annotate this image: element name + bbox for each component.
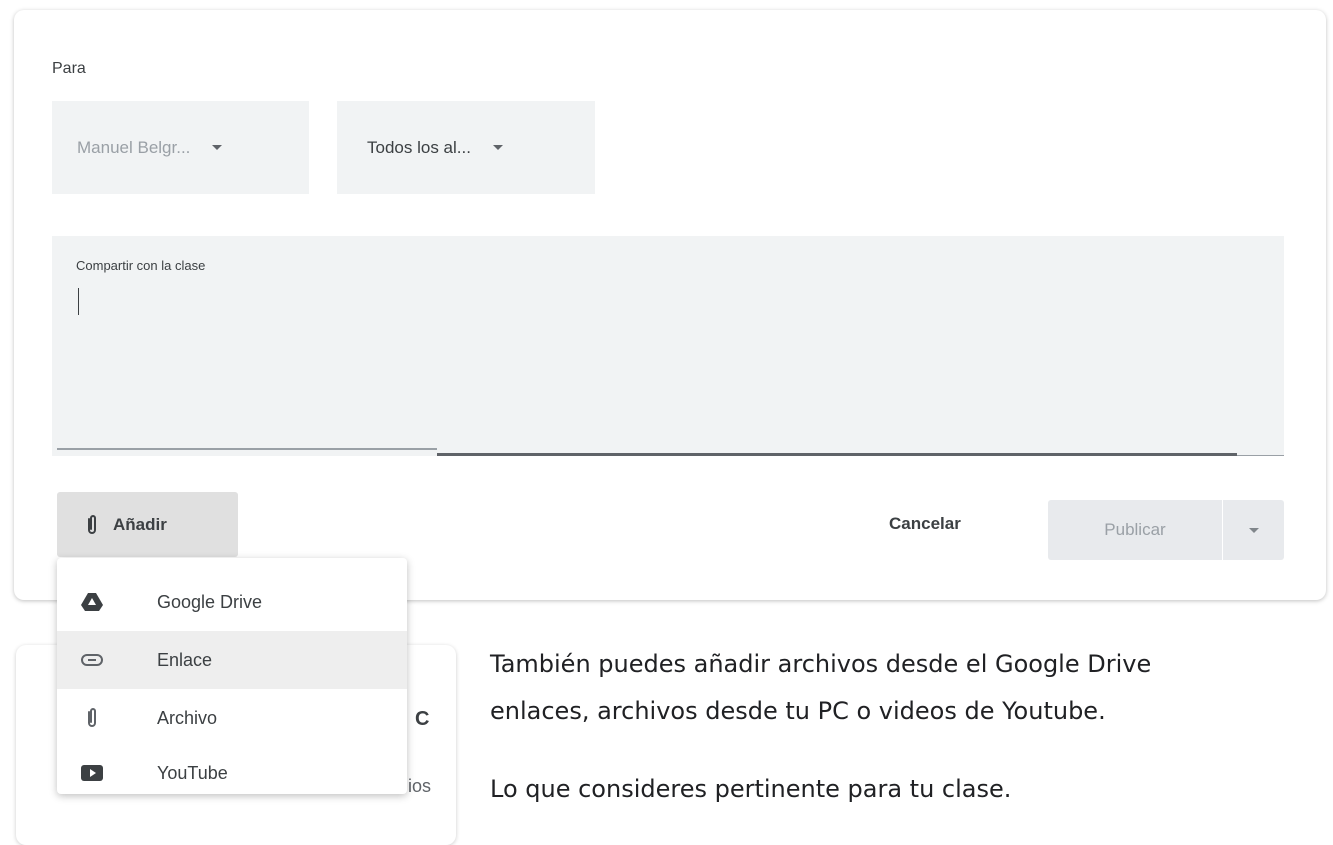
publish-button[interactable]: Publicar [1048, 500, 1222, 560]
publish-label: Publicar [1104, 520, 1166, 539]
explanation-line-1: También puedes añadir archivos desde el … [490, 650, 1152, 678]
textarea-underline-end [1237, 455, 1284, 456]
students-select-value: Todos los al... [367, 137, 471, 157]
class-select-value: Manuel Belgr... [77, 137, 191, 157]
chevron-down-icon [212, 145, 223, 150]
link-icon [79, 647, 105, 673]
youtube-icon [79, 760, 105, 786]
textarea-underline [57, 448, 437, 450]
menu-item-label: YouTube [157, 762, 228, 783]
paperclip-icon [79, 705, 105, 731]
menu-item-file[interactable]: Archivo [57, 689, 407, 747]
menu-item-label: Archivo [157, 707, 218, 728]
attachment-menu: Google Drive Enlace Archivo YouTube [57, 558, 407, 794]
add-attachment-label: Añadir [113, 514, 167, 534]
cancel-button[interactable]: Cancelar [889, 514, 961, 534]
paperclip-icon [88, 514, 96, 534]
menu-item-link[interactable]: Enlace [57, 631, 407, 689]
google-drive-icon [79, 589, 105, 615]
chevron-down-icon [1248, 527, 1259, 533]
background-card-peek-text: ios [408, 776, 432, 796]
textarea-focus-underline [437, 453, 1237, 456]
menu-item-label: Google Drive [157, 591, 263, 612]
share-label: Compartir con la clase [76, 258, 206, 273]
add-attachment-button[interactable]: Añadir [57, 492, 238, 557]
share-textarea[interactable] [52, 236, 1284, 456]
chevron-down-icon [492, 145, 503, 150]
students-select[interactable]: Todos los al... [337, 101, 595, 194]
explanation-line-2: enlaces, archivos desde tu PC o videos d… [490, 697, 1106, 725]
para-label: Para [52, 60, 86, 77]
class-select[interactable]: Manuel Belgr... [52, 101, 309, 194]
menu-item-youtube[interactable]: YouTube [57, 744, 407, 802]
text-cursor [78, 288, 79, 315]
publish-options-button[interactable] [1223, 500, 1284, 560]
menu-item-google-drive[interactable]: Google Drive [57, 573, 407, 631]
background-card-peek-letter: C [415, 708, 430, 730]
menu-item-label: Enlace [157, 649, 213, 670]
explanation-line-3: Lo que consideres pertinente para tu cla… [490, 775, 1012, 803]
